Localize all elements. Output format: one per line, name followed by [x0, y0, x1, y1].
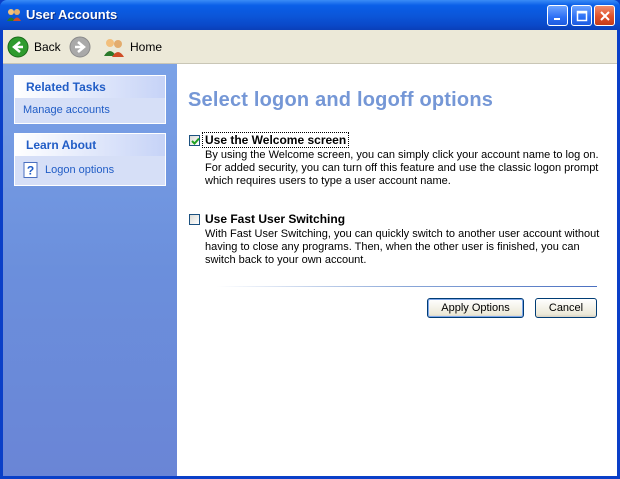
fast-user-switching-description: With Fast User Switching, you can quickl…: [205, 228, 600, 266]
logon-options-link[interactable]: ? Logon options: [23, 162, 165, 178]
close-icon: [599, 10, 610, 21]
fast-user-switching-checkbox[interactable]: [189, 213, 200, 225]
logon-options-label: Logon options: [45, 164, 115, 176]
navigation-toolbar: Back Home: [3, 30, 617, 64]
learn-about-header: Learn About: [15, 134, 165, 156]
maximize-button[interactable]: [571, 5, 592, 26]
back-arrow-icon: [7, 36, 29, 58]
help-icon: ?: [23, 162, 38, 178]
home-users-icon: [104, 39, 124, 57]
task-sidebar: Related Tasks Manage accounts Learn Abou…: [3, 64, 177, 476]
learn-about-panel: Learn About ? Logon options: [14, 133, 166, 186]
window-title: User Accounts: [26, 7, 118, 22]
close-button[interactable]: [594, 5, 615, 26]
checkmark-icon: [191, 137, 200, 145]
minimize-icon: [553, 17, 560, 20]
welcome-screen-checkbox[interactable]: [189, 134, 200, 146]
back-button[interactable]: Back: [7, 35, 61, 59]
user-accounts-icon: [6, 7, 22, 23]
fast-user-switching-option: Use Fast User Switching With Fast User S…: [189, 212, 609, 267]
main-content: Select logon and logoff options Use the …: [177, 64, 617, 476]
fast-user-switching-label[interactable]: Use Fast User Switching: [203, 212, 347, 226]
welcome-screen-description: By using the Welcome screen, you can sim…: [205, 149, 599, 187]
related-tasks-panel: Related Tasks Manage accounts: [14, 75, 166, 124]
home-button[interactable]: Home: [103, 35, 162, 59]
back-label: Back: [34, 40, 61, 54]
user-accounts-window: User Accounts Back Home Related Tasks Ma…: [0, 0, 620, 479]
related-tasks-header: Related Tasks: [15, 76, 165, 98]
page-title: Select logon and logoff options: [188, 89, 494, 111]
apply-options-button[interactable]: Apply Options: [427, 298, 524, 318]
welcome-screen-label[interactable]: Use the Welcome screen: [201, 132, 350, 148]
title-bar[interactable]: User Accounts: [0, 0, 620, 30]
manage-accounts-link[interactable]: Manage accounts: [23, 104, 165, 116]
maximize-icon: [576, 10, 587, 21]
home-label: Home: [130, 40, 163, 54]
forward-button[interactable]: [69, 35, 91, 59]
minimize-button[interactable]: [547, 5, 568, 26]
cancel-button[interactable]: Cancel: [535, 298, 597, 318]
forward-arrow-icon: [69, 36, 91, 58]
manage-accounts-label: Manage accounts: [23, 104, 110, 116]
divider: [217, 286, 597, 287]
svg-text:?: ?: [27, 164, 34, 178]
welcome-screen-option: Use the Welcome screen By using the Welc…: [189, 132, 609, 188]
